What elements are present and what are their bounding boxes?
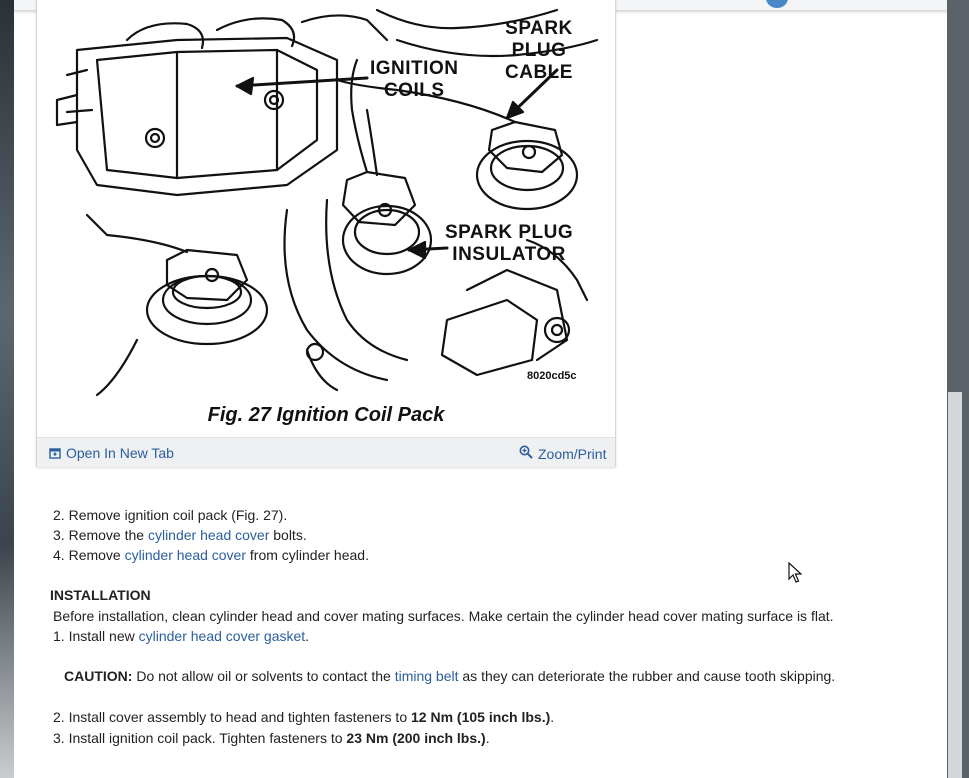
list-item: 2. Install cover assembly to head and ti… [53, 707, 554, 727]
figure-card: IGNITION COILS SPARK PLUG CABLE SPARK PL… [36, 0, 616, 467]
installation-intro: Before installation, clean cylinder head… [53, 608, 834, 624]
step-number: 4. [53, 547, 65, 563]
step-text: Remove [68, 547, 125, 563]
figure-code: 8020cd5c [527, 370, 577, 382]
callout-text: INSULATOR [452, 244, 566, 265]
window-edge [0, 0, 14, 778]
step-number: 1. [53, 628, 65, 644]
callout-spark-plug-insulator: SPARK PLUG INSULATOR [445, 222, 573, 266]
list-item: 3. Install ignition coil pack. Tighten f… [53, 728, 490, 748]
step-number: 3. [53, 527, 65, 543]
caution-label: CAUTION: [64, 668, 133, 684]
step-text: . [550, 709, 555, 725]
list-item: 4. Remove cylinder head cover from cylin… [53, 545, 369, 565]
callout-text: COILS [383, 80, 445, 101]
list-item: 1. Install new cylinder head cover gaske… [53, 626, 309, 646]
step-text: . [485, 730, 490, 746]
step-text: . [305, 628, 310, 644]
step-text: bolts. [269, 527, 307, 543]
timing-belt-link[interactable]: timing belt [395, 668, 459, 684]
callout-text: SPARK [505, 18, 573, 39]
step-text: Remove the [68, 527, 148, 543]
open-new-tab-icon [49, 448, 61, 459]
scrollbar-thumb[interactable] [948, 392, 962, 778]
zoom-print-label: Zoom/Print [538, 446, 607, 462]
caution-text: as they can deteriorate the rubber and c… [458, 668, 836, 684]
avatar[interactable] [766, 0, 788, 8]
step-number: 2. [53, 709, 65, 725]
torque-value: 23 Nm (200 inch lbs.) [346, 730, 486, 746]
step-text: Install cover assembly to head and tight… [68, 709, 411, 725]
list-item: 3. Remove the cylinder head cover bolts. [53, 525, 307, 545]
callout-ignition-coils: IGNITION COILS [370, 58, 458, 102]
open-new-tab-label: Open In New Tab [66, 445, 174, 461]
mouse-cursor-icon [788, 562, 802, 583]
cylinder-head-cover-link[interactable]: cylinder head cover [125, 547, 246, 563]
callout-text: PLUG [511, 40, 567, 61]
step-text: Install ignition coil pack. Tighten fast… [68, 730, 347, 746]
ignition-coil-diagram: IGNITION COILS SPARK PLUG CABLE SPARK PL… [37, 0, 615, 437]
list-item: 2. Remove ignition coil pack (Fig. 27). [53, 505, 287, 525]
step-number: 2. [53, 507, 65, 523]
step-text: Remove ignition coil pack (Fig. 27). [68, 507, 288, 523]
step-text: from cylinder head. [246, 547, 369, 563]
installation-heading: INSTALLATION [50, 587, 151, 603]
torque-value: 12 Nm (105 inch lbs.) [411, 709, 551, 725]
callout-text: IGNITION [370, 58, 459, 79]
zoom-in-icon [519, 445, 533, 459]
open-new-tab-link[interactable]: Open In New Tab [49, 445, 174, 461]
cylinder-head-cover-link[interactable]: cylinder head cover [148, 527, 269, 543]
cylinder-head-cover-gasket-link[interactable]: cylinder head cover gasket [139, 628, 306, 644]
caution-text: Do not allow oil or solvents to contact … [132, 668, 395, 684]
zoom-print-link[interactable]: Zoom/Print [519, 442, 606, 462]
step-number: 3. [53, 730, 65, 746]
figure-actions-bar: Open In New Tab Zoom/Print [37, 437, 615, 467]
step-text: Install new [68, 628, 139, 644]
callout-text: SPARK PLUG [445, 222, 574, 243]
figure-caption: Fig. 27 Ignition Coil Pack [207, 404, 445, 426]
caution-note: CAUTION: Do not allow oil or solvents to… [64, 666, 835, 686]
callout-text: CABLE [505, 62, 573, 83]
callout-spark-plug-cable: SPARK PLUG CABLE [505, 18, 573, 84]
